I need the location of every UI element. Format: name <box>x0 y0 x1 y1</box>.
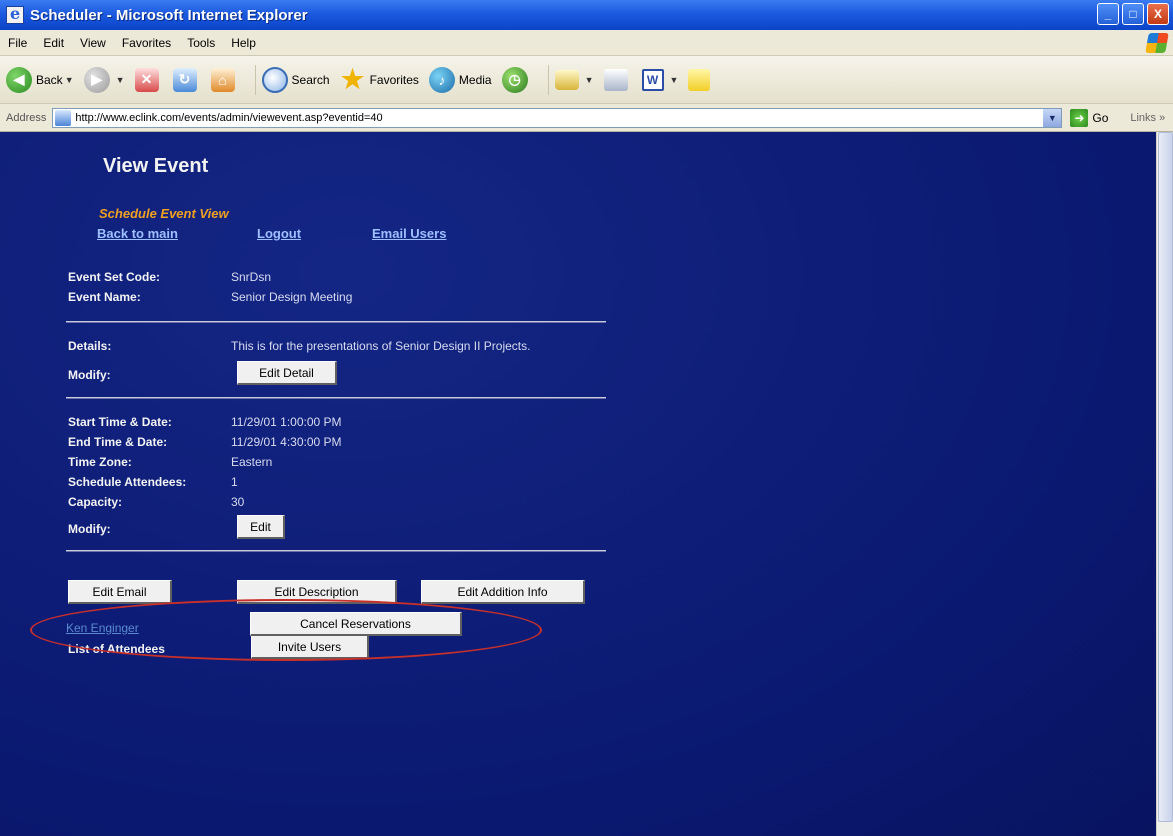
address-url[interactable]: http://www.eclink.com/events/admin/viewe… <box>75 112 382 124</box>
logout-link[interactable]: Logout <box>257 226 301 241</box>
capacity-label: Capacity: <box>68 495 123 509</box>
window-controls: _ □ X <box>1097 3 1169 25</box>
divider <box>66 550 606 552</box>
start-time-value: 11/29/01 1:00:00 PM <box>231 415 342 429</box>
address-input[interactable]: http://www.eclink.com/events/admin/viewe… <box>52 107 1063 128</box>
vertical-scrollbar[interactable] <box>1156 132 1173 836</box>
chevron-down-icon[interactable]: ▼ <box>1043 108 1062 127</box>
details-value: This is for the presentations of Senior … <box>231 339 531 353</box>
event-name-value: Senior Design Meeting <box>231 290 353 304</box>
end-time-value: 11/29/01 4:30:00 PM <box>231 435 342 449</box>
event-set-code-value: SnrDsn <box>231 270 272 284</box>
menu-tools[interactable]: Tools <box>179 36 223 50</box>
divider <box>66 321 606 323</box>
modify-details-label: Modify: <box>68 368 111 382</box>
home-button[interactable]: ⌂ <box>210 67 239 92</box>
end-time-label: End Time & Date: <box>68 435 168 449</box>
search-label: Search <box>291 72 330 87</box>
schedule-attendees-label: Schedule Attendees: <box>68 475 187 489</box>
go-button[interactable]: ➜ Go <box>1070 108 1109 127</box>
attendee-link[interactable]: Ken Enginger <box>66 621 139 635</box>
toolbar-separator <box>254 64 256 95</box>
favorites-label: Favorites <box>369 72 419 87</box>
time-zone-value: Eastern <box>231 455 273 469</box>
ie-icon <box>6 4 24 24</box>
refresh-icon: ↻ <box>172 67 197 92</box>
notes-button[interactable] <box>688 68 714 91</box>
edit-with-word-button[interactable]: W ▼ <box>641 68 679 91</box>
chevron-down-icon[interactable]: ▼ <box>670 75 679 85</box>
page-content: View Event Schedule Event View Back to m… <box>0 132 1156 836</box>
menu-bar: File Edit View Favorites Tools Help <box>0 30 1173 56</box>
media-button[interactable]: ♪ Media <box>428 66 492 93</box>
email-users-link[interactable]: Email Users <box>372 226 446 241</box>
back-to-main-link[interactable]: Back to main <box>97 226 178 241</box>
stop-icon: ✕ <box>134 67 159 92</box>
favorites-button[interactable]: ★ Favorites <box>340 64 419 94</box>
menu-favorites[interactable]: Favorites <box>114 36 179 50</box>
forward-button[interactable]: ▶ ▼ <box>83 66 125 93</box>
event-set-code-label: Event Set Code: <box>68 270 161 284</box>
toolbar-separator <box>547 64 549 95</box>
back-arrow-icon: ◀ <box>6 66 32 93</box>
edit-addition-info-button[interactable]: Edit Addition Info <box>421 580 585 604</box>
scrollbar-thumb[interactable] <box>1158 132 1173 822</box>
search-button[interactable]: Search <box>261 66 330 93</box>
windows-logo-icon <box>1145 33 1169 53</box>
star-icon: ★ <box>340 64 365 94</box>
stop-button[interactable]: ✕ <box>134 67 163 92</box>
cancel-reservations-button[interactable]: Cancel Reservations <box>250 612 462 636</box>
close-button[interactable]: X <box>1147 3 1169 25</box>
schedule-attendees-value: 1 <box>231 475 238 489</box>
toolbar: ◀ Back ▼ ▶ ▼ ✕ ↻ ⌂ Search ★ Favorites ♪ … <box>0 56 1173 104</box>
event-name-label: Event Name: <box>68 290 141 304</box>
history-button[interactable]: ◷ <box>501 66 532 93</box>
media-icon: ♪ <box>428 66 455 93</box>
start-time-label: Start Time & Date: <box>68 415 172 429</box>
chevron-down-icon[interactable]: ▼ <box>116 75 125 85</box>
page-subtitle: Schedule Event View <box>99 206 229 221</box>
minimize-button[interactable]: _ <box>1097 3 1119 25</box>
links-toolbar[interactable]: Links » <box>1130 112 1165 124</box>
chevron-down-icon[interactable]: ▼ <box>585 75 594 85</box>
edit-detail-button[interactable]: Edit Detail <box>237 361 337 385</box>
back-button[interactable]: ◀ Back ▼ <box>6 66 74 93</box>
page-viewport: View Event Schedule Event View Back to m… <box>0 132 1156 836</box>
go-label: Go <box>1092 110 1109 125</box>
print-button[interactable] <box>603 68 632 91</box>
media-label: Media <box>458 72 492 87</box>
go-arrow-icon: ➜ <box>1070 108 1089 127</box>
time-zone-label: Time Zone: <box>68 455 132 469</box>
page-icon <box>55 109 72 126</box>
window-title-bar: Scheduler - Microsoft Internet Explorer … <box>0 0 1173 30</box>
address-label: Address <box>6 111 47 124</box>
home-icon: ⌂ <box>210 67 235 92</box>
details-label: Details: <box>68 339 112 353</box>
mail-button[interactable]: ▼ <box>554 69 594 90</box>
menu-edit[interactable]: Edit <box>35 36 72 50</box>
maximize-button[interactable]: □ <box>1122 3 1144 25</box>
history-icon: ◷ <box>501 66 528 93</box>
refresh-button[interactable]: ↻ <box>172 67 201 92</box>
notepad-icon <box>688 68 711 91</box>
capacity-value: 30 <box>231 495 245 509</box>
printer-icon <box>603 68 628 91</box>
window-title: Scheduler - Microsoft Internet Explorer <box>30 6 308 24</box>
edit-email-button[interactable]: Edit Email <box>68 580 172 604</box>
menu-help[interactable]: Help <box>223 36 264 50</box>
chevron-down-icon[interactable]: ▼ <box>65 75 74 85</box>
forward-arrow-icon: ▶ <box>83 66 110 93</box>
menu-view[interactable]: View <box>72 36 114 50</box>
word-icon: W <box>641 68 664 91</box>
modify-schedule-label: Modify: <box>68 522 111 536</box>
menu-file[interactable]: File <box>0 36 35 50</box>
search-icon <box>261 66 288 93</box>
page-title: View Event <box>103 155 209 177</box>
mail-icon <box>554 69 579 90</box>
back-label: Back <box>36 72 63 87</box>
divider <box>66 397 606 399</box>
edit-schedule-button[interactable]: Edit <box>237 515 285 539</box>
address-bar: Address http://www.eclink.com/events/adm… <box>0 104 1173 132</box>
